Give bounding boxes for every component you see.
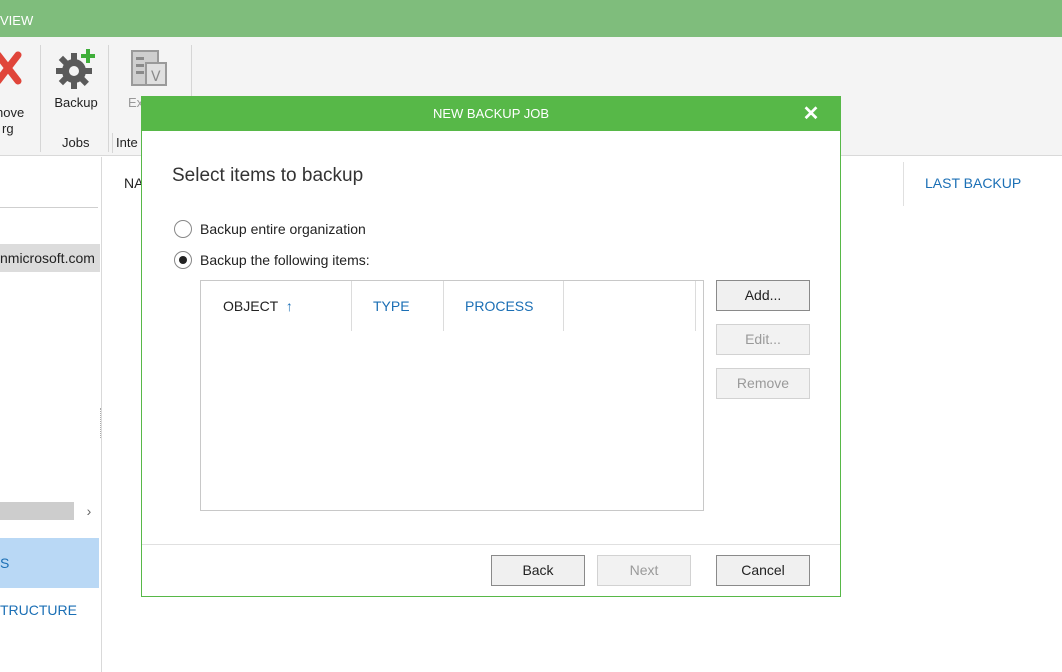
remove-icon — [0, 51, 22, 85]
column-separator[interactable] — [351, 281, 352, 331]
group-separator — [112, 133, 113, 153]
column-separator[interactable] — [695, 281, 696, 331]
next-button[interactable]: Next — [597, 555, 691, 586]
remove-button[interactable]: Remove — [716, 368, 810, 399]
tab-view[interactable]: VIEW — [0, 13, 33, 28]
remove-org-button[interactable]: nove rg — [0, 47, 32, 136]
radio-dot — [179, 256, 187, 264]
horizontal-scrollbar-thumb[interactable] — [0, 502, 74, 520]
backup-button[interactable]: Backup — [48, 47, 104, 117]
scroll-right-icon[interactable]: › — [82, 501, 96, 521]
close-icon[interactable]: ✕ — [800, 102, 822, 126]
group-separator — [40, 45, 41, 152]
column-header-process[interactable]: PROCESS — [465, 281, 533, 331]
group-label-integration: Inte — [116, 135, 138, 150]
group-separator — [108, 45, 109, 152]
remove-org-label-1: nove — [0, 105, 25, 120]
items-table[interactable]: OBJECT ↑ TYPE PROCESS — [200, 280, 704, 511]
gear-add-icon — [56, 49, 95, 89]
backup-label: Backup — [54, 95, 98, 110]
ribbon-tab-bar: VIEW — [0, 0, 1062, 37]
column-separator[interactable] — [563, 281, 564, 331]
svg-text:V: V — [151, 69, 161, 85]
nav-item-selected[interactable]: S — [0, 538, 99, 588]
column-header-object-label: OBJECT — [223, 298, 278, 314]
column-header-type[interactable]: TYPE — [373, 281, 410, 331]
radio-button-unchecked[interactable] — [174, 220, 192, 238]
nav-divider — [0, 207, 98, 208]
explore-icon: V — [131, 50, 167, 86]
column-separator[interactable] — [443, 281, 444, 331]
dialog-heading: Select items to backup — [172, 165, 364, 186]
dialog-footer-divider — [142, 544, 840, 545]
dialog-title: NEW BACKUP JOB — [432, 106, 550, 121]
radio-backup-entire-organization[interactable]: Backup entire organization — [174, 219, 434, 241]
splitter-grip[interactable] — [100, 408, 102, 438]
column-separator — [903, 162, 904, 206]
cancel-button[interactable]: Cancel — [716, 555, 810, 586]
nav-tree-item-organization[interactable]: nmicrosoft.com — [0, 244, 100, 272]
back-button[interactable]: Back — [491, 555, 585, 586]
radio-button-checked[interactable] — [174, 251, 192, 269]
left-navigation — [0, 157, 102, 672]
new-backup-job-dialog: NEW BACKUP JOB ✕ Select items to backup … — [141, 96, 841, 597]
edit-button[interactable]: Edit... — [716, 324, 810, 355]
column-header-last-backup[interactable]: LAST BACKUP — [925, 175, 1021, 191]
column-header-object[interactable]: OBJECT ↑ — [223, 281, 293, 331]
nav-item-infrastructure[interactable]: TRUCTURE — [0, 602, 77, 618]
radio-label-entire: Backup entire organization — [200, 221, 366, 237]
radio-backup-following-items[interactable]: Backup the following items: — [174, 250, 434, 272]
radio-label-following: Backup the following items: — [200, 252, 370, 268]
sort-ascending-icon: ↑ — [285, 298, 293, 314]
remove-org-label-2: rg — [2, 121, 14, 136]
dialog-title-bar[interactable]: NEW BACKUP JOB ✕ — [142, 97, 840, 131]
group-label-jobs: Jobs — [62, 135, 90, 150]
add-button[interactable]: Add... — [716, 280, 810, 311]
